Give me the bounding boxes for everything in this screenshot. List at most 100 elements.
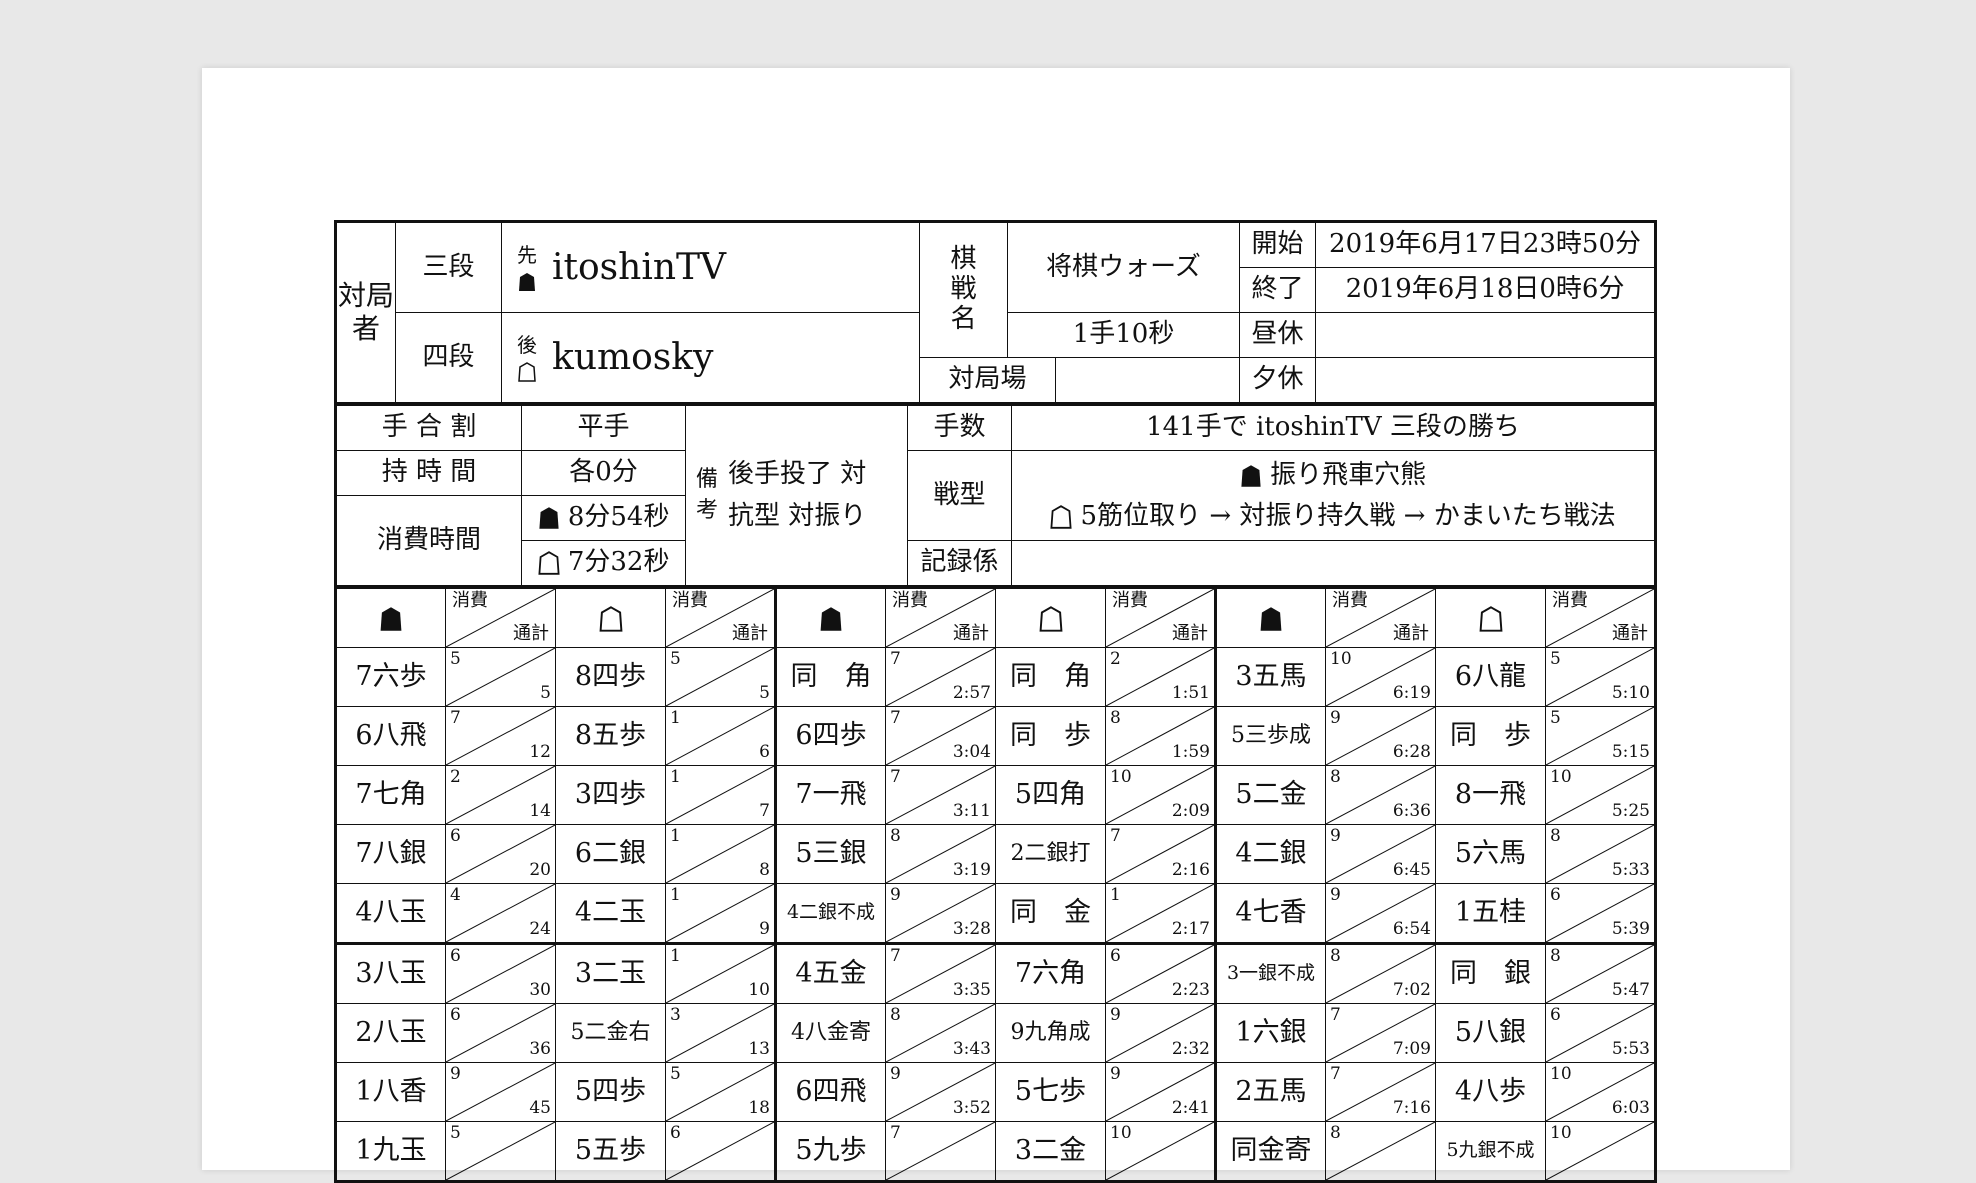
move-cell: 3四歩: [555, 765, 666, 825]
cumulative-time: 2:57: [952, 683, 991, 704]
move-time: 8: [1330, 767, 1341, 787]
cumulative-time: 36: [529, 1039, 551, 1060]
move-cell: 1六銀: [1215, 1003, 1326, 1063]
time-column-header: 消費 通計: [885, 588, 996, 648]
move-cell: 8五歩: [555, 706, 666, 766]
cumulative-time: 3:52: [952, 1098, 991, 1119]
dinner-value: [1315, 357, 1657, 403]
sente-used: 8分54秒: [567, 502, 670, 533]
move-cell: 5三歩成: [1215, 706, 1326, 766]
move-cell: 4八金寄: [775, 1003, 886, 1063]
time-cell: 7 7:09: [1325, 1003, 1436, 1063]
move-cell: 同 歩: [1435, 706, 1546, 766]
move-cell: 3二玉: [555, 943, 666, 1004]
move-time: 6: [450, 1005, 461, 1025]
time-cell: 4 24: [445, 883, 556, 945]
move-cell: 5二金: [1215, 765, 1326, 825]
cumulative-time: 1:59: [1171, 742, 1210, 763]
move-cell: 同 角: [995, 647, 1106, 707]
cumulative-time: 5: [540, 683, 551, 704]
move-time: 8: [1110, 708, 1121, 728]
cumulative-time: 9: [759, 919, 770, 940]
biko-value-2: 抗型 対振り: [728, 500, 867, 531]
time-cell: 9 2:32: [1105, 1003, 1217, 1063]
move-time: 7: [1110, 826, 1121, 846]
gote-name: kumosky: [552, 336, 714, 378]
move-time: 6: [1110, 946, 1121, 966]
time-cell: 9 6:28: [1325, 706, 1436, 766]
move-cell: 同 角: [775, 647, 886, 707]
move-cell: 2八玉: [335, 1003, 446, 1063]
kisen-value: 将棋ウォーズ: [1006, 221, 1241, 313]
move-time: 10: [1330, 649, 1352, 669]
cumulative-time: 3:19: [952, 860, 991, 881]
cumulative-time: 6:28: [1392, 742, 1431, 763]
cumulative-time: 2:41: [1171, 1098, 1210, 1119]
shohi-header-label: 消費: [1332, 590, 1368, 611]
tesu-value: 141手で itoshinTV 三段の勝ち: [1011, 404, 1656, 451]
time-cell: 10 2:09: [1105, 765, 1217, 825]
cumulative-time: 14: [529, 801, 551, 822]
start-label: 開始: [1239, 221, 1317, 268]
gote-column-header: [1435, 588, 1546, 648]
sente-piece-icon: [1241, 465, 1261, 488]
gote-column-header: [555, 588, 666, 648]
shohi-header-label: 消費: [1112, 590, 1148, 611]
cumulative-time: 3:28: [952, 919, 991, 940]
move-cell: 5二金右: [555, 1003, 666, 1063]
move-cell: 6二銀: [555, 824, 666, 884]
time-cell: 7 3:04: [885, 706, 996, 766]
move-cell: 2二銀打: [995, 824, 1106, 884]
time-cell: 7 3:11: [885, 765, 996, 825]
mochi-label: 持 時 間: [335, 450, 522, 496]
time-column-header: 消費 通計: [1325, 588, 1436, 648]
gote-name-cell: 後 kumosky: [501, 312, 920, 403]
move-cell: 5五歩: [555, 1121, 666, 1182]
move-time: 8: [890, 1005, 901, 1025]
cumulative-time: 12: [529, 742, 551, 763]
biko-cell: 備考 後手投了 対抗型 対振り: [685, 404, 908, 587]
time-cell: 5: [445, 1121, 556, 1182]
move-time: 7: [1330, 1005, 1341, 1025]
time-cell: 7: [885, 1121, 996, 1182]
move-time: 10: [1550, 767, 1572, 787]
move-cell: 3二金: [995, 1121, 1106, 1182]
time-cell: 8 3:43: [885, 1003, 996, 1063]
cumulative-time: 5:10: [1611, 683, 1650, 704]
move-cell: 7一飛: [775, 765, 886, 825]
move-time: 9: [890, 1064, 901, 1084]
time-cell: 8: [1325, 1121, 1436, 1182]
gote-piece-icon: [1050, 504, 1072, 529]
cumulative-time: 2:09: [1171, 801, 1210, 822]
move-time: 9: [1330, 826, 1341, 846]
move-time: 6: [1550, 1005, 1561, 1025]
move-row: 6八飛 7 12 8五歩 1 6 6四歩 7 3:04 同 歩 8 1:59 5三歩成 9 6:28 同 歩5…: [335, 706, 1656, 766]
move-time: 9: [1110, 1005, 1121, 1025]
move-cell: 5八銀: [1435, 1003, 1546, 1063]
gote-side: 後: [512, 332, 542, 384]
move-time: 10: [1550, 1064, 1572, 1084]
time-cell: 9 3:28: [885, 883, 996, 945]
move-row: 2八玉 6 36 5二金右 3 13 4八金寄 8 3:43 9九角成 9 2:32 1六銀 7 7:09 5…: [335, 1003, 1656, 1063]
sente-column-header: [1215, 588, 1326, 648]
cumulative-time: 3:04: [952, 742, 991, 763]
sente-name: itoshinTV: [552, 246, 727, 288]
cumulative-time: 6:19: [1392, 683, 1431, 704]
senkei-label: 戦型: [907, 450, 1012, 541]
time-cell: 7 7:16: [1325, 1062, 1436, 1122]
time-column-header: 消費 通計: [445, 588, 556, 648]
senkei-value: 振り飛車穴熊 5筋位取り → 対振り持久戦 → かまいたち戦法: [1011, 450, 1656, 541]
dinner-label: 夕休: [1239, 357, 1317, 403]
move-cell: 5六馬: [1435, 824, 1546, 884]
move-cell: 4五金: [775, 943, 886, 1004]
senkei-sente: 振り飛車穴熊: [1270, 460, 1427, 491]
cumulative-time: 1:51: [1171, 683, 1210, 704]
move-time: 10: [1550, 1123, 1572, 1143]
move-cell: 4二銀: [1215, 824, 1326, 884]
tsukei-header-label: 通計: [732, 623, 768, 645]
lunch-value: [1315, 312, 1657, 358]
kisen-label: 棋戦名: [919, 221, 1008, 358]
cumulative-time: 3:11: [952, 801, 991, 822]
move-cell: 1五桂: [1435, 883, 1546, 945]
cumulative-time: 2:32: [1171, 1039, 1210, 1060]
